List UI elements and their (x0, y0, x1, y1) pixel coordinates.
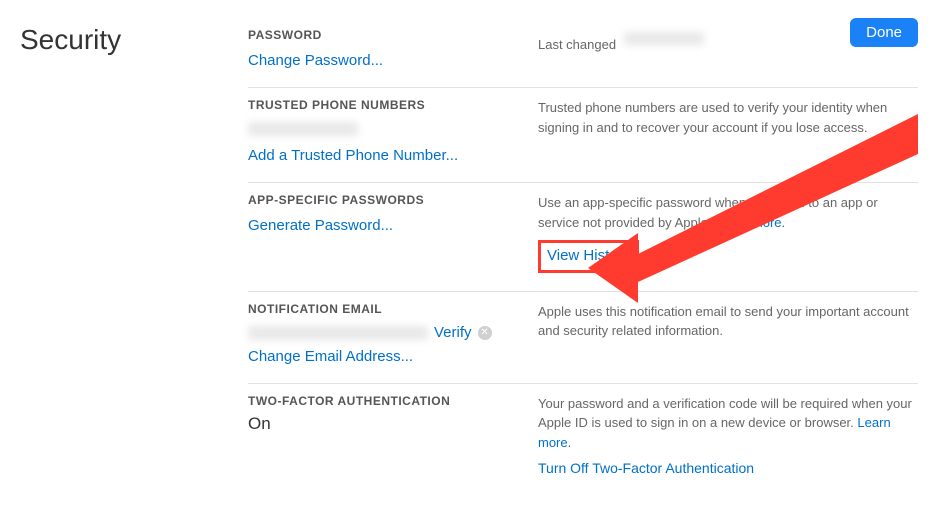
section-app-passwords: APP-SPECIFIC PASSWORDS Generate Password… (248, 183, 918, 292)
page-title: Security (20, 24, 248, 56)
change-email-link[interactable]: Change Email Address... (248, 348, 413, 365)
last-changed-date-redacted (624, 32, 704, 45)
view-history-highlight: View History (538, 240, 639, 273)
close-icon[interactable]: ✕ (478, 326, 492, 340)
generate-password-link[interactable]: Generate Password... (248, 217, 393, 234)
last-changed-label: Last changed (538, 37, 616, 52)
two-factor-status: On (248, 414, 526, 434)
section-notification-email: NOTIFICATION EMAIL Verify ✕ Change Email… (248, 292, 918, 384)
section-password: PASSWORD Change Password... Last changed (248, 18, 918, 88)
view-history-link[interactable]: View History (547, 247, 630, 264)
heading-two-factor: TWO-FACTOR AUTHENTICATION (248, 394, 526, 408)
section-trusted-phones: TRUSTED PHONE NUMBERS Add a Trusted Phon… (248, 88, 918, 183)
two-factor-description: Your password and a verification code wi… (538, 396, 912, 431)
verify-link[interactable]: Verify (434, 324, 472, 341)
heading-app-passwords: APP-SPECIFIC PASSWORDS (248, 193, 526, 207)
done-button[interactable]: Done (850, 18, 918, 47)
heading-trusted-phones: TRUSTED PHONE NUMBERS (248, 98, 526, 112)
email-address-redacted (248, 326, 428, 340)
add-trusted-phone-link[interactable]: Add a Trusted Phone Number... (248, 147, 458, 164)
phone-number-redacted (248, 122, 358, 136)
turn-off-two-factor-link[interactable]: Turn Off Two-Factor Authentication (538, 458, 754, 479)
heading-notification-email: NOTIFICATION EMAIL (248, 302, 526, 316)
app-passwords-learn-more-link[interactable]: Learn more. (715, 215, 785, 230)
heading-password: PASSWORD (248, 28, 526, 42)
trusted-phones-description: Trusted phone numbers are used to verify… (538, 100, 887, 135)
notification-email-description: Apple uses this notification email to se… (538, 304, 909, 339)
change-password-link[interactable]: Change Password... (248, 52, 383, 69)
section-two-factor: TWO-FACTOR AUTHENTICATION On Your passwo… (248, 384, 918, 498)
app-passwords-description: Use an app-specific password when signin… (538, 195, 878, 230)
